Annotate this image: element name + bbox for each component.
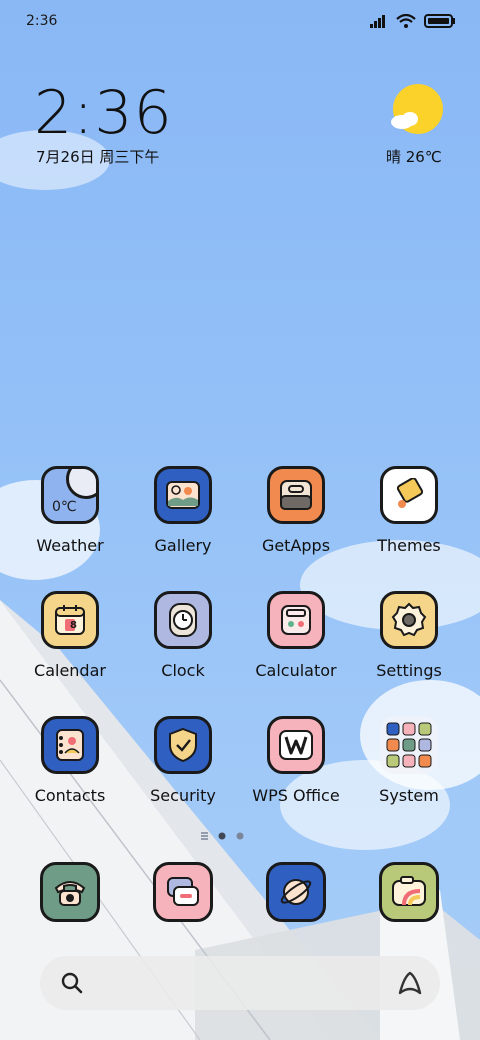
chat-bubble-icon	[153, 862, 213, 922]
app-label: Clock	[161, 661, 205, 680]
app-calendar[interactable]: 8 Calendar	[14, 591, 126, 680]
app-label: Calculator	[255, 661, 337, 680]
clock-icon	[154, 591, 212, 649]
app-wps-office[interactable]: WPS Office	[240, 716, 352, 805]
search-icon	[61, 972, 83, 994]
app-settings[interactable]: Settings	[353, 591, 465, 680]
status-bar: 2:36	[0, 10, 480, 34]
getapps-icon	[267, 466, 325, 524]
assistant-icon[interactable]	[396, 969, 424, 997]
folder-system[interactable]: System	[353, 716, 465, 805]
calendar-day: 8	[70, 620, 77, 631]
app-themes[interactable]: Themes	[353, 466, 465, 555]
calculator-icon	[267, 591, 325, 649]
weather-app-temp: 0℃	[52, 499, 77, 515]
signal-icon	[370, 15, 385, 28]
app-label: Weather	[36, 536, 104, 555]
wifi-icon	[396, 14, 416, 28]
app-clock[interactable]: Clock	[127, 591, 239, 680]
app-label: System	[379, 786, 439, 805]
app-security[interactable]: Security	[127, 716, 239, 805]
gear-icon	[380, 591, 438, 649]
app-label: Calendar	[34, 661, 106, 680]
app-label: Themes	[377, 536, 441, 555]
camera-icon	[379, 862, 439, 922]
status-time: 2:36	[26, 13, 58, 29]
dock-messages[interactable]	[127, 862, 239, 922]
search-bar[interactable]	[40, 956, 440, 1010]
folder-icon	[380, 716, 438, 774]
contacts-icon	[41, 716, 99, 774]
sun-cloud-icon[interactable]	[390, 84, 444, 138]
app-calculator[interactable]: Calculator	[240, 591, 352, 680]
app-label: WPS Office	[252, 786, 340, 805]
app-label: Gallery	[154, 536, 212, 555]
app-label: Contacts	[34, 786, 106, 805]
page-indicator[interactable]	[0, 828, 480, 842]
app-label: Settings	[376, 661, 442, 680]
gallery-icon	[154, 466, 212, 524]
app-weather[interactable]: 0℃ Weather	[14, 466, 126, 555]
app-label: Security	[150, 786, 216, 805]
themes-brush-icon	[380, 466, 438, 524]
dock-phone[interactable]	[14, 862, 126, 922]
weather-app-icon: 0℃	[41, 466, 99, 524]
calendar-icon: 8	[41, 591, 99, 649]
clock-widget-date: 7月26日 周三下午	[36, 148, 160, 166]
phone-icon	[40, 862, 100, 922]
wps-logo-icon	[267, 716, 325, 774]
battery-icon	[424, 14, 455, 28]
feed-page-icon	[201, 832, 208, 840]
app-contacts[interactable]: Contacts	[14, 716, 126, 805]
clock-widget-time[interactable]: 2:36	[34, 78, 173, 148]
dock-camera[interactable]	[353, 862, 465, 922]
app-gallery[interactable]: Gallery	[127, 466, 239, 555]
app-label: GetApps	[261, 536, 331, 555]
home-screen: 2:36 2:36 7月26日 周三下午 晴 26℃ 0℃ Weather Ga…	[0, 0, 480, 1040]
app-getapps[interactable]: GetApps	[240, 466, 352, 555]
dock-browser[interactable]	[240, 862, 352, 922]
weather-summary: 晴 26℃	[386, 148, 442, 166]
shield-icon	[154, 716, 212, 774]
browser-planet-icon	[266, 862, 326, 922]
